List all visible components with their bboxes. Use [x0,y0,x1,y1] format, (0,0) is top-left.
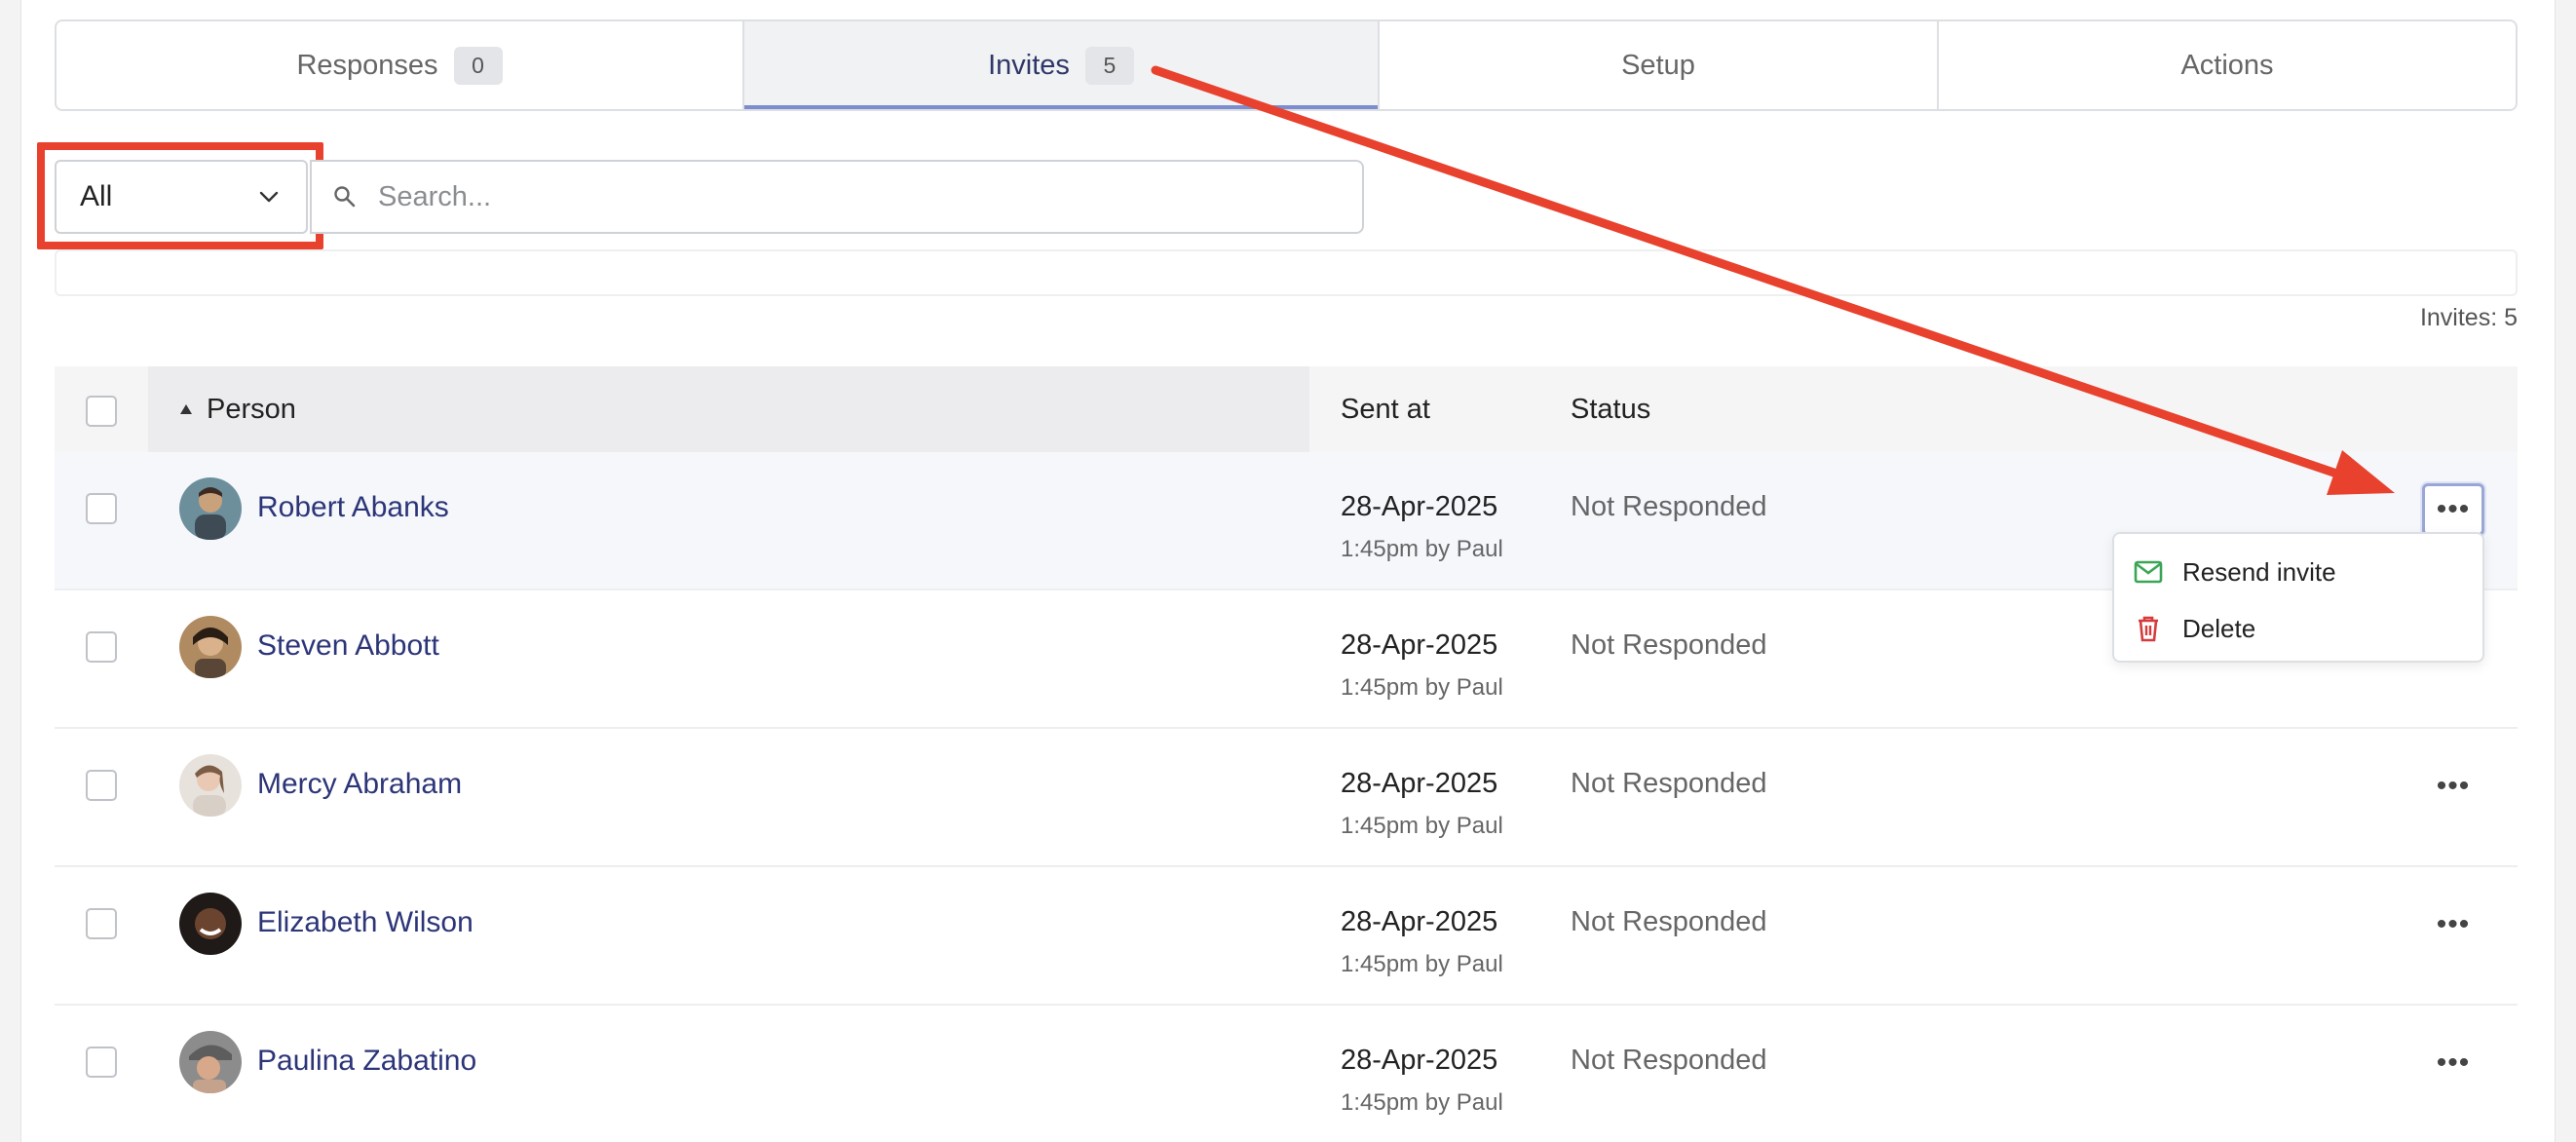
status-text: Not Responded [1571,491,1767,522]
search-icon [334,186,356,208]
avatar [179,893,242,955]
tab-invites[interactable]: Invites 5 [744,21,1380,109]
sent-by: 1:45pm by Paul [1341,536,1503,562]
sent-by: 1:45pm by Paul [1341,951,1503,977]
person-name-link[interactable]: Robert Abanks [257,491,449,524]
tab-actions-label: Actions [2180,49,2274,81]
person-name-link[interactable]: Elizabeth Wilson [257,906,474,939]
menu-item-label: Resend invite [2182,556,2336,587]
sent-date: 28-Apr-2025 [1341,906,1498,937]
right-gutter [2555,0,2576,1142]
sent-date: 28-Apr-2025 [1341,629,1498,661]
invites-page: Responses 0 Invites 5 Setup Actions All … [0,0,2576,1142]
tab-invites-badge: 5 [1084,46,1134,85]
row-actions-button[interactable]: ••• [2422,483,2484,536]
status-text: Not Responded [1571,1045,1767,1076]
filter-summary-bar [55,249,2518,296]
sent-date: 28-Apr-2025 [1341,491,1498,522]
sent-date: 28-Apr-2025 [1341,1045,1498,1076]
sent-date: 28-Apr-2025 [1341,768,1498,799]
row-actions-button[interactable]: ••• [2422,898,2484,951]
menu-item-delete[interactable]: Delete [2114,600,2482,657]
table-header: Person Sent at Status [55,366,2518,452]
row-actions-menu: Resend invite Delete [2112,532,2484,663]
column-header-status: Status [1571,393,1651,425]
table-row: Paulina Zabatino 28-Apr-2025 1:45pm by P… [55,1006,2518,1142]
row-actions-button[interactable]: ••• [2422,1037,2484,1089]
status-text: Not Responded [1571,906,1767,937]
annotation-highlight-box [37,142,323,249]
more-horizontal-icon: ••• [2436,770,2471,802]
tab-responses-badge: 0 [453,46,503,85]
more-horizontal-icon: ••• [2436,908,2471,940]
row-actions-button[interactable]: ••• [2422,760,2484,813]
search-input[interactable] [378,180,1255,213]
tab-setup[interactable]: Setup [1380,21,1939,109]
tab-actions[interactable]: Actions [1939,21,2516,109]
sent-by: 1:45pm by Paul [1341,1089,1503,1116]
row-checkbox[interactable] [86,770,117,801]
table-row: Mercy Abraham 28-Apr-2025 1:45pm by Paul… [55,729,2518,867]
left-gutter [0,0,21,1142]
invite-count: Invites: 5 [2419,304,2518,331]
select-all-checkbox[interactable] [86,396,117,427]
sent-by: 1:45pm by Paul [1341,813,1503,839]
avatar [179,477,242,540]
row-checkbox[interactable] [86,908,117,939]
trash-icon [2139,616,2158,642]
search-box [310,160,1364,234]
tab-setup-label: Setup [1621,49,1695,81]
person-name-link[interactable]: Paulina Zabatino [257,1045,476,1078]
envelope-icon [2134,560,2163,584]
menu-item-label: Delete [2182,613,2256,643]
column-header-person[interactable]: Person [148,366,1309,452]
avatar [179,1031,242,1093]
tab-bar: Responses 0 Invites 5 Setup Actions [55,19,2518,111]
tab-responses-label: Responses [296,49,438,81]
more-horizontal-icon: ••• [2436,493,2471,525]
person-name-link[interactable]: Mercy Abraham [257,768,462,801]
table-row: Elizabeth Wilson 28-Apr-2025 1:45pm by P… [55,867,2518,1006]
menu-item-resend-invite[interactable]: Resend invite [2114,544,2482,600]
avatar [179,616,242,678]
column-header-sent-at: Sent at [1341,393,1430,425]
status-text: Not Responded [1571,629,1767,661]
row-checkbox[interactable] [86,631,117,663]
column-header-person-label: Person [207,393,296,425]
more-horizontal-icon: ••• [2436,1047,2471,1079]
person-name-link[interactable]: Steven Abbott [257,629,439,663]
row-checkbox[interactable] [86,493,117,524]
tab-invites-label: Invites [988,49,1070,81]
tab-responses[interactable]: Responses 0 [57,21,744,109]
sent-by: 1:45pm by Paul [1341,674,1503,701]
status-text: Not Responded [1571,768,1767,799]
row-checkbox[interactable] [86,1047,117,1078]
sort-ascending-icon [180,404,192,414]
avatar [179,754,242,817]
